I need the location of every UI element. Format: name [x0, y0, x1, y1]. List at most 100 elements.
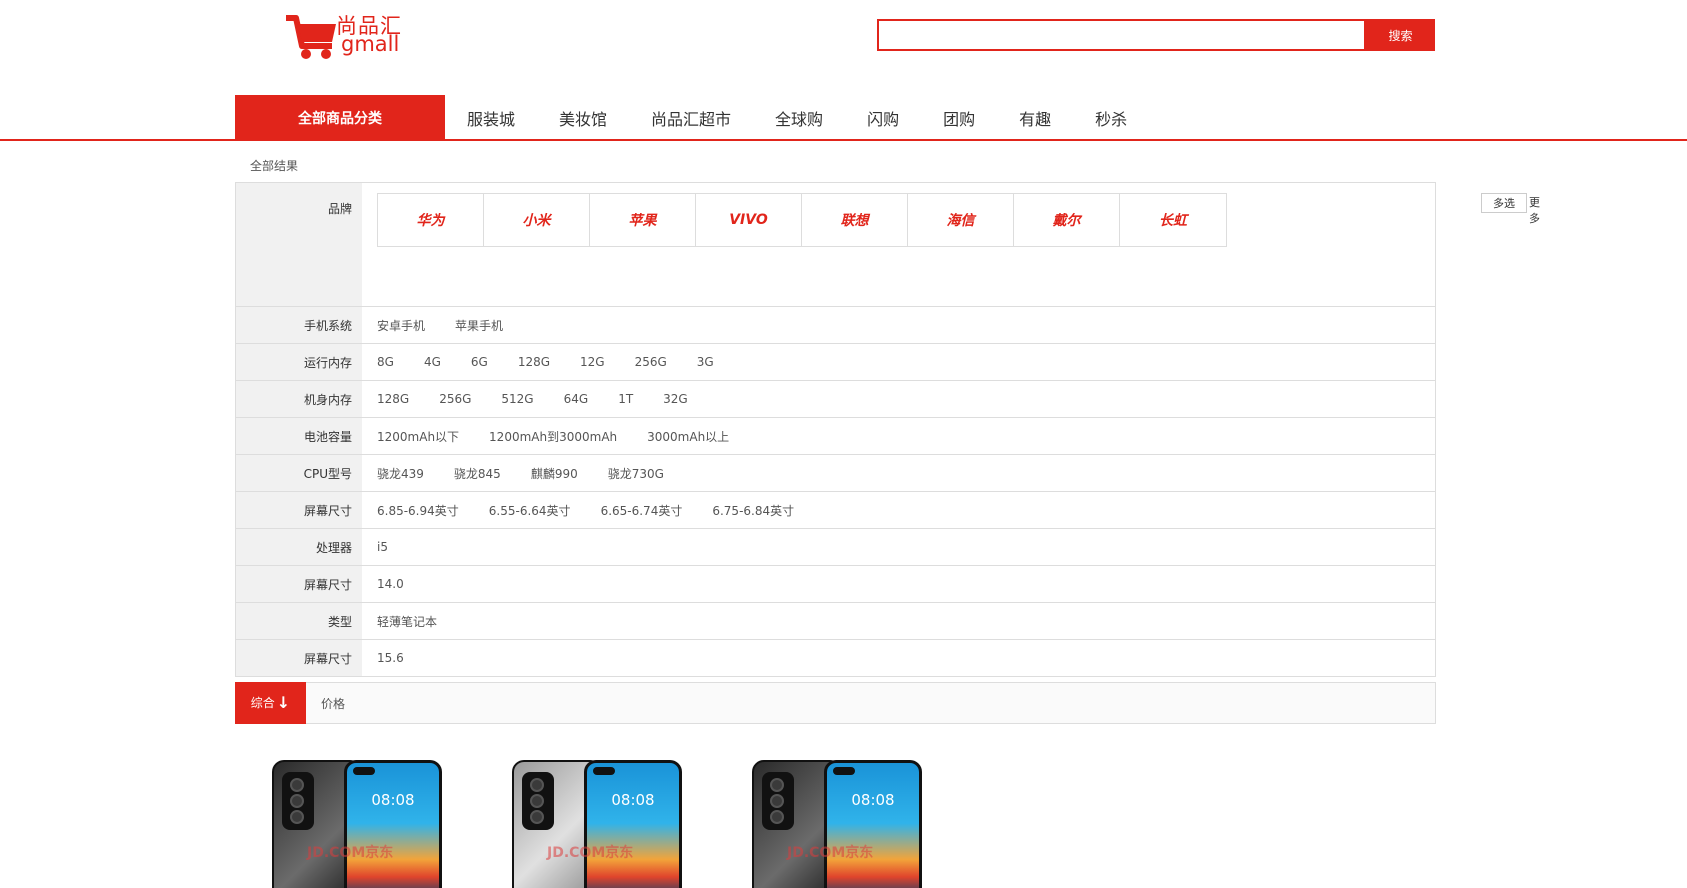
- nav-item-clothing[interactable]: 服装城: [445, 106, 537, 130]
- filter-label: CPU型号: [236, 455, 362, 491]
- filter-value[interactable]: 12G: [580, 355, 605, 369]
- phone-clock: 08:08: [371, 791, 415, 809]
- filter-row-brand: 品牌 华为 小米 苹果 VIVO 联想 海信 戴尔 长虹 多选 更多: [236, 183, 1540, 307]
- brand-item[interactable]: 联想: [802, 194, 908, 246]
- breadcrumb[interactable]: 全部结果: [250, 157, 298, 174]
- watermark: JD.COM京东: [787, 845, 874, 861]
- filter-row: 类型 轻薄笔记本: [236, 603, 1435, 640]
- filter-value[interactable]: 14.0: [377, 577, 404, 591]
- filter-value[interactable]: 6.55-6.64英寸: [489, 502, 571, 519]
- filter-value[interactable]: 骁龙730G: [608, 465, 664, 482]
- nav-item-seckill[interactable]: 秒杀: [1073, 106, 1149, 130]
- nav-item-group[interactable]: 团购: [921, 106, 997, 130]
- camera-icon: [282, 772, 314, 830]
- nav-item-flash[interactable]: 闪购: [845, 106, 921, 130]
- filter-row: 运行内存 8G 4G 6G 128G 12G 256G 3G: [236, 344, 1435, 381]
- filter-value[interactable]: 6.65-6.74英寸: [601, 502, 683, 519]
- filter-value[interactable]: 麒麟990: [531, 465, 578, 482]
- all-categories-button[interactable]: 全部商品分类: [235, 95, 445, 141]
- phone-clock: 08:08: [611, 791, 655, 809]
- brand-item[interactable]: 长虹: [1120, 194, 1226, 246]
- filter-value[interactable]: 32G: [663, 392, 688, 406]
- filter-value[interactable]: 64G: [564, 392, 589, 406]
- product-card[interactable]: 08:08 JD.COM京东: [512, 755, 687, 888]
- filter-value[interactable]: 苹果手机: [455, 317, 503, 334]
- punch-hole-icon: [593, 767, 615, 775]
- filter-values: 6.85-6.94英寸 6.55-6.64英寸 6.65-6.74英寸 6.75…: [362, 492, 1435, 528]
- search-button[interactable]: 搜索: [1366, 19, 1435, 51]
- filter-value[interactable]: 1200mAh以下: [377, 428, 459, 445]
- filter-value[interactable]: 256G: [439, 392, 471, 406]
- arrow-down-icon: ↓: [276, 693, 291, 712]
- brand-item[interactable]: 海信: [908, 194, 1014, 246]
- filter-label: 电池容量: [236, 418, 362, 454]
- phone-front-image: 08:08: [824, 760, 922, 888]
- filter-value[interactable]: 骁龙439: [377, 465, 424, 482]
- filter-value[interactable]: 3000mAh以上: [647, 428, 729, 445]
- brand-item[interactable]: 小米: [484, 194, 590, 246]
- brand-item[interactable]: 华为: [378, 194, 484, 246]
- filter-value[interactable]: 安卓手机: [377, 317, 425, 334]
- product-card[interactable]: 08:08 JD.COM京东: [752, 755, 927, 888]
- filter-value[interactable]: 128G: [518, 355, 550, 369]
- filter-label: 类型: [236, 603, 362, 639]
- filter-value[interactable]: 128G: [377, 392, 409, 406]
- nav-item-global[interactable]: 全球购: [753, 106, 845, 130]
- filter-value[interactable]: 8G: [377, 355, 394, 369]
- filter-label: 手机系统: [236, 307, 362, 343]
- filter-row: 屏幕尺寸 14.0: [236, 566, 1435, 603]
- main-nav: 服装城 美妆馆 尚品汇超市 全球购 闪购 团购 有趣 秒杀: [445, 95, 1149, 141]
- search-input[interactable]: [879, 21, 1364, 49]
- logo-subtitle: gmall: [341, 32, 400, 56]
- filter-value[interactable]: 15.6: [377, 651, 404, 665]
- brand-item[interactable]: VIVO: [696, 194, 802, 246]
- filter-value[interactable]: 4G: [424, 355, 441, 369]
- filter-values: 8G 4G 6G 128G 12G 256G 3G: [362, 344, 1435, 380]
- filter-values: 128G 256G 512G 64G 1T 32G: [362, 381, 1435, 417]
- filter-value[interactable]: 1200mAh到3000mAh: [489, 428, 617, 445]
- filter-row: 处理器 i5: [236, 529, 1435, 566]
- nav-item-beauty[interactable]: 美妆馆: [537, 106, 629, 130]
- brand-item[interactable]: 戴尔: [1014, 194, 1120, 246]
- filter-row: CPU型号 骁龙439 骁龙845 麒麟990 骁龙730G: [236, 455, 1435, 492]
- camera-icon: [522, 772, 554, 830]
- punch-hole-icon: [353, 767, 375, 775]
- filter-value[interactable]: 轻薄笔记本: [377, 613, 437, 630]
- sort-price-button[interactable]: 价格: [321, 695, 345, 712]
- filter-row: 屏幕尺寸 15.6: [236, 640, 1435, 677]
- sort-bar: 综合 ↓ 价格: [235, 681, 1436, 724]
- filter-values: 安卓手机 苹果手机: [362, 307, 1435, 343]
- filter-value[interactable]: 骁龙845: [454, 465, 501, 482]
- brand-area: 华为 小米 苹果 VIVO 联想 海信 戴尔 长虹 多选 更多: [362, 183, 1540, 306]
- camera-icon: [762, 772, 794, 830]
- watermark: JD.COM京东: [547, 845, 634, 861]
- filter-value[interactable]: 256G: [635, 355, 667, 369]
- watermark: JD.COM京东: [307, 845, 394, 861]
- more-button[interactable]: 更多: [1529, 194, 1540, 226]
- filter-panel: 品牌 华为 小米 苹果 VIVO 联想 海信 戴尔 长虹 多选 更多 手机系统 …: [235, 182, 1540, 677]
- nav-item-fun[interactable]: 有趣: [997, 106, 1073, 130]
- filter-value[interactable]: 6.85-6.94英寸: [377, 502, 459, 519]
- filter-row: 屏幕尺寸 6.85-6.94英寸 6.55-6.64英寸 6.65-6.74英寸…: [236, 492, 1435, 529]
- filter-value[interactable]: i5: [377, 540, 388, 554]
- phone-clock: 08:08: [851, 791, 895, 809]
- filter-values: 15.6: [362, 640, 1435, 676]
- multi-select-button[interactable]: 多选: [1481, 193, 1527, 213]
- filter-value[interactable]: 6G: [471, 355, 488, 369]
- filter-value[interactable]: 1T: [618, 392, 633, 406]
- filter-value[interactable]: 6.75-6.84英寸: [712, 502, 794, 519]
- filter-label: 品牌: [236, 183, 362, 306]
- filter-label: 机身内存: [236, 381, 362, 417]
- brand-item[interactable]: 苹果: [590, 194, 696, 246]
- sort-comprehensive-button[interactable]: 综合 ↓: [235, 681, 306, 724]
- filter-row: 手机系统 安卓手机 苹果手机: [236, 307, 1435, 344]
- nav-item-supermarket[interactable]: 尚品汇超市: [629, 106, 753, 130]
- filter-label: 屏幕尺寸: [236, 566, 362, 602]
- filter-values: 1200mAh以下 1200mAh到3000mAh 3000mAh以上: [362, 418, 1435, 454]
- filter-row: 电池容量 1200mAh以下 1200mAh到3000mAh 3000mAh以上: [236, 418, 1435, 455]
- filter-value[interactable]: 512G: [501, 392, 533, 406]
- filter-value[interactable]: 3G: [697, 355, 714, 369]
- product-card[interactable]: 08:08 JD.COM京东: [272, 755, 447, 888]
- sort-label: 综合: [250, 696, 275, 710]
- filter-label: 屏幕尺寸: [236, 640, 362, 676]
